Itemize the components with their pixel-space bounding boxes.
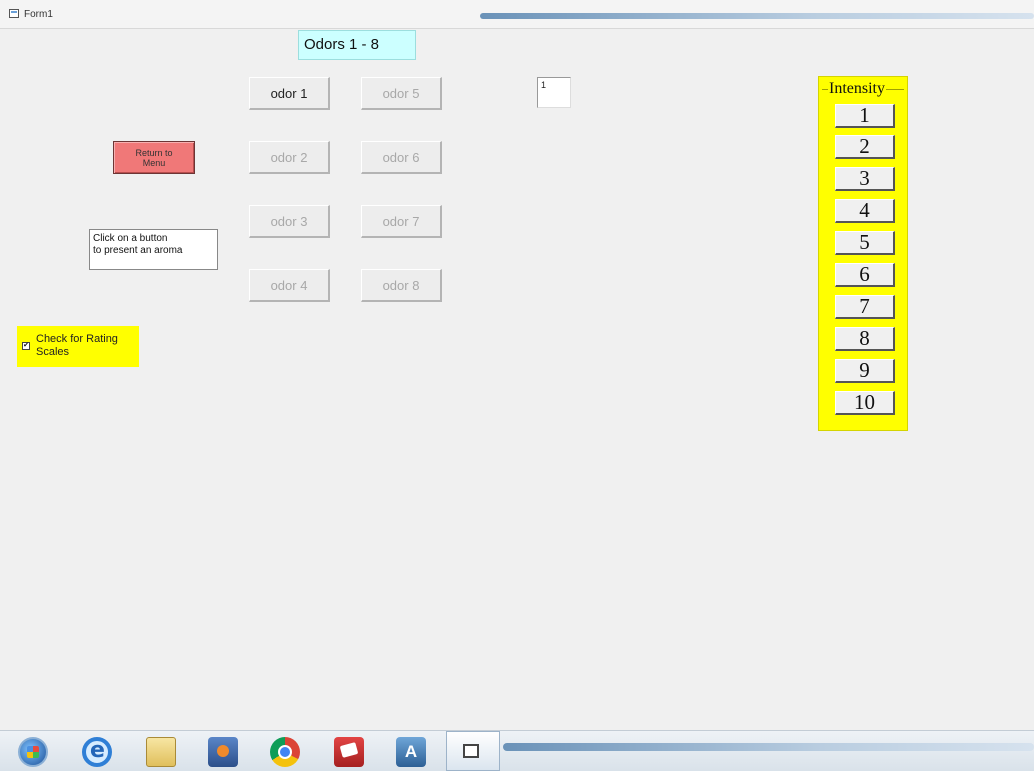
return-to-menu-button[interactable]: Return to Menu bbox=[113, 141, 195, 174]
taskbar-fill bbox=[503, 743, 1034, 751]
odor-7-button[interactable]: odor 7 bbox=[361, 205, 442, 238]
odor-8-button[interactable]: odor 8 bbox=[361, 269, 442, 302]
window-icon bbox=[9, 9, 19, 18]
file-explorer-icon[interactable] bbox=[146, 737, 176, 767]
odor-6-button[interactable]: odor 6 bbox=[361, 141, 442, 174]
intensity-6-button[interactable]: 6 bbox=[835, 263, 895, 287]
intensity-10-button[interactable]: 10 bbox=[835, 391, 895, 415]
book-app-icon[interactable] bbox=[334, 737, 364, 767]
intensity-5-button[interactable]: 5 bbox=[835, 231, 895, 255]
intensity-3-button[interactable]: 3 bbox=[835, 167, 895, 191]
odor-1-button[interactable]: odor 1 bbox=[249, 77, 330, 110]
internet-explorer-icon[interactable] bbox=[82, 737, 112, 767]
windows-start-icon[interactable] bbox=[18, 737, 48, 767]
form-title-label: Odors 1 - 8 bbox=[298, 30, 416, 60]
intensity-4-button[interactable]: 4 bbox=[835, 199, 895, 223]
windows-flag-icon bbox=[27, 746, 39, 758]
intensity-7-button[interactable]: 7 bbox=[835, 295, 895, 319]
instruction-text: Click on a button to present an aroma bbox=[89, 229, 218, 270]
instruction-line2: to present an aroma bbox=[93, 245, 183, 256]
odor-4-button[interactable]: odor 4 bbox=[249, 269, 330, 302]
title-bar-fill bbox=[480, 13, 1034, 19]
taskbar: A bbox=[0, 730, 1034, 771]
return-button-line2: Menu bbox=[142, 158, 166, 168]
window-title: Form1 bbox=[24, 9, 53, 20]
intensity-9-button[interactable]: 9 bbox=[835, 359, 895, 383]
intensity-2-button[interactable]: 2 bbox=[835, 135, 895, 159]
rating-scales-checkbox[interactable]: ✔ bbox=[22, 342, 30, 350]
odor-5-button[interactable]: odor 5 bbox=[361, 77, 442, 110]
instruction-line1: Click on a button bbox=[93, 233, 168, 244]
return-button-line1: Return to bbox=[135, 148, 173, 158]
form-app-icon bbox=[463, 744, 479, 758]
chrome-icon[interactable] bbox=[270, 737, 300, 767]
intensity-1-button[interactable]: 1 bbox=[835, 104, 895, 128]
odor-counter-field[interactable]: 1 bbox=[537, 77, 571, 108]
app-a-icon[interactable]: A bbox=[396, 737, 426, 767]
intensity-8-button[interactable]: 8 bbox=[835, 327, 895, 351]
intensity-panel: Intensity 1 2 3 4 5 6 7 8 9 10 bbox=[818, 76, 908, 431]
rating-scales-checkbox-panel[interactable]: ✔ Check for Rating Scales bbox=[17, 326, 139, 367]
form-app-taskbar-button[interactable] bbox=[446, 731, 500, 771]
odor-3-button[interactable]: odor 3 bbox=[249, 205, 330, 238]
rating-label-line2: Scales bbox=[36, 346, 70, 358]
rating-label-line1: Check for Rating bbox=[36, 333, 118, 345]
title-bar: Form1 bbox=[0, 0, 1034, 29]
media-player-icon[interactable] bbox=[208, 737, 238, 767]
rating-scales-label: Check for Rating Scales bbox=[36, 333, 136, 359]
odor-2-button[interactable]: odor 2 bbox=[249, 141, 330, 174]
intensity-title: Intensity bbox=[828, 80, 886, 98]
